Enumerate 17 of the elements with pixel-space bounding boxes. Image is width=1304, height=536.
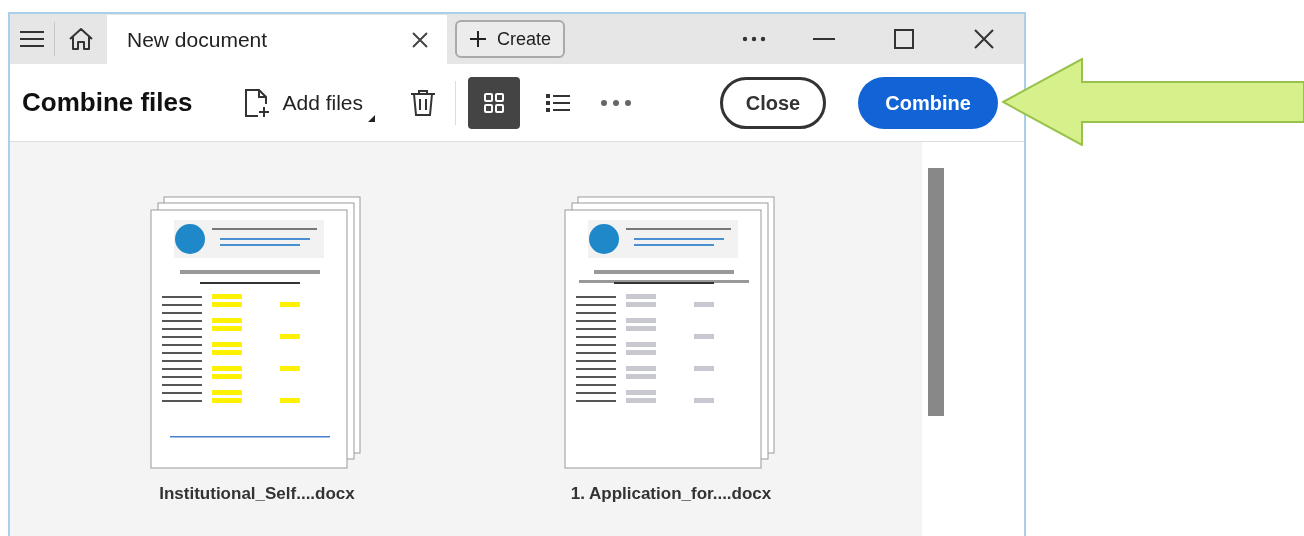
toolbar-title: Combine files <box>22 86 193 119</box>
add-files-button[interactable]: Add files <box>244 77 378 128</box>
add-file-icon <box>244 87 271 118</box>
caret-icon <box>368 114 376 122</box>
grid-view-icon <box>483 91 506 114</box>
create-button[interactable]: Create <box>455 20 566 58</box>
plus-icon <box>469 30 487 48</box>
close-button[interactable]: Close <box>720 76 826 129</box>
document-tab[interactable]: New document <box>107 15 447 65</box>
tab-title: New document <box>127 27 268 54</box>
scrollbar-thumb[interactable] <box>928 168 944 416</box>
list-view-icon <box>545 91 572 114</box>
combine-button[interactable]: Combine <box>858 76 998 129</box>
grid-view-button[interactable] <box>468 76 521 129</box>
file-name: 1. Application_for....docx <box>570 483 772 505</box>
close-tab-icon[interactable] <box>411 31 429 49</box>
file-name: Institutional_Self....docx <box>159 483 355 505</box>
